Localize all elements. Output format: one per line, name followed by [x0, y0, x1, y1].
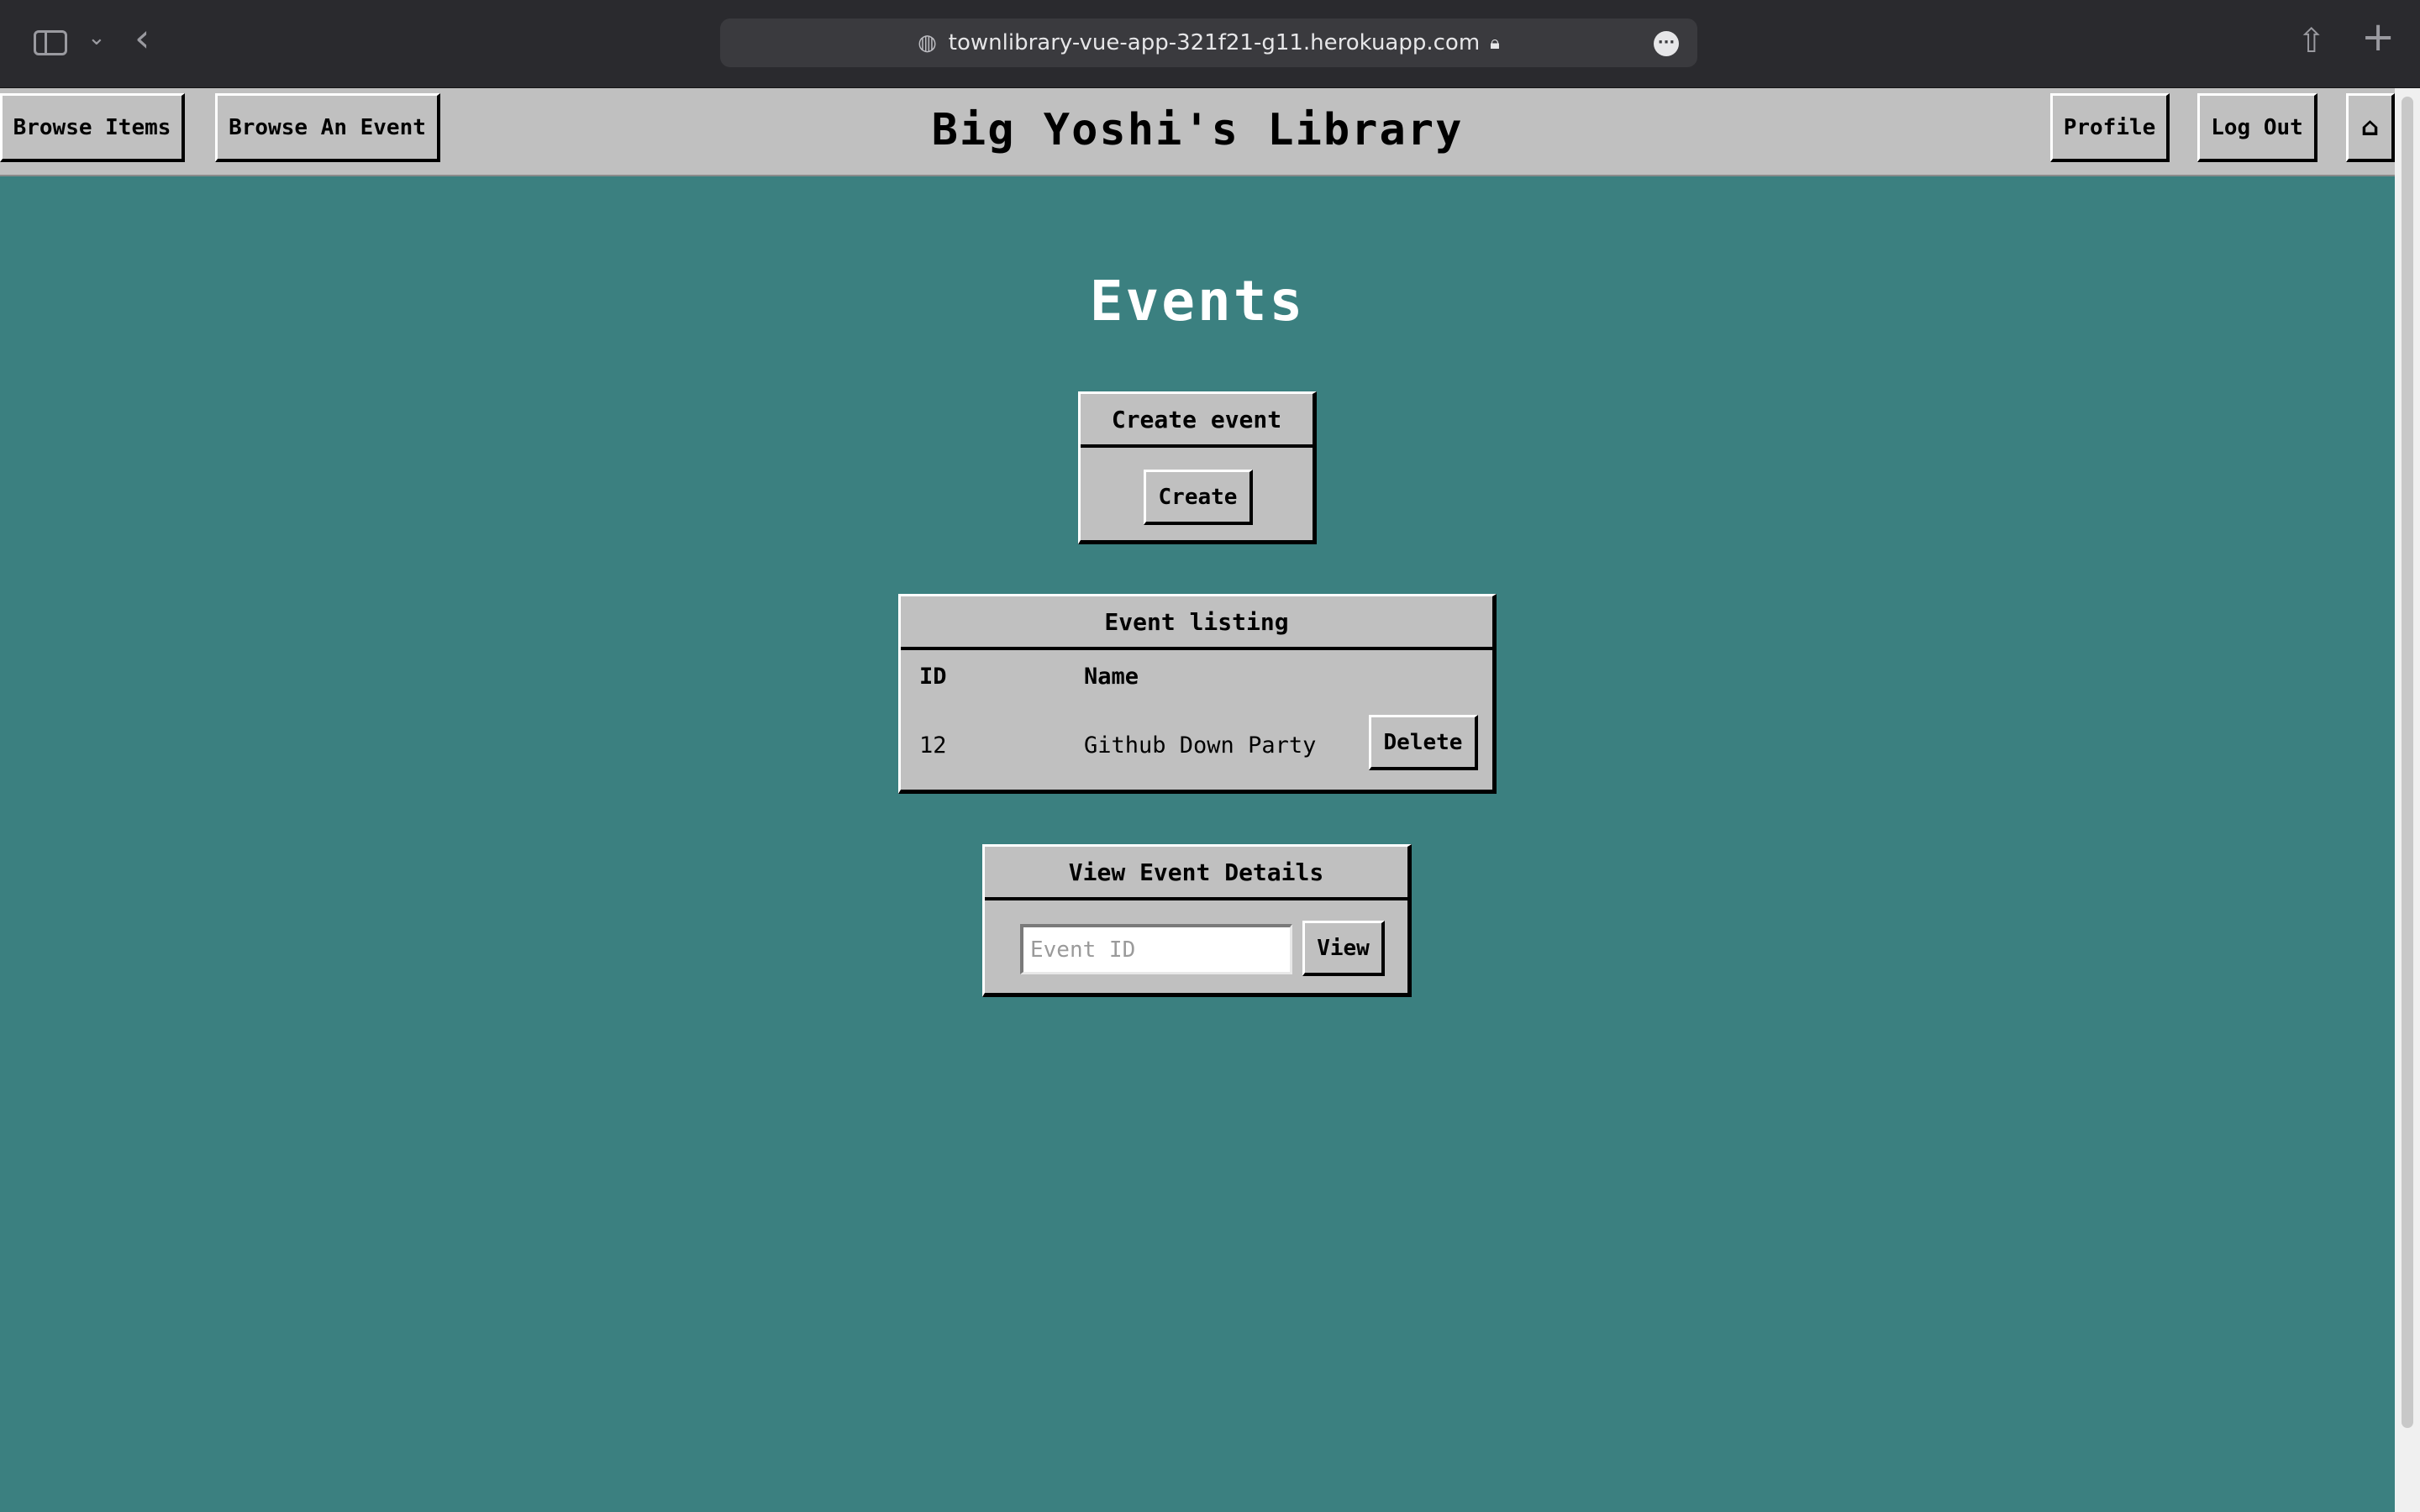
home-icon: ⌂	[2360, 113, 2380, 142]
page-title: Events	[1089, 269, 1306, 333]
create-event-header: Create event	[1081, 394, 1313, 448]
share-icon[interactable]: ⇧	[2297, 22, 2326, 60]
event-listing-panel: Event listing ID Name 12 Github Down Par…	[898, 594, 1497, 794]
scrollbar-thumb[interactable]	[2402, 97, 2413, 1428]
event-name-cell: Github Down Party	[1084, 732, 1317, 759]
sidebar-toggle-icon[interactable]	[34, 30, 67, 55]
logout-button[interactable]: Log Out	[2197, 93, 2317, 162]
page-scrollbar[interactable]	[2395, 88, 2420, 1512]
lock-icon: 🔒︎	[1490, 32, 1500, 54]
new-tab-icon[interactable]: +	[2361, 17, 2395, 57]
column-header-id: ID	[919, 664, 947, 690]
app-navbar: Browse Items Browse An Event Big Yoshi's…	[0, 88, 2395, 176]
back-arrow-icon[interactable]: ‹	[134, 18, 150, 57]
event-id-input[interactable]	[1020, 924, 1292, 974]
url-text: townlibrary-vue-app-321f21-g11.herokuapp…	[948, 30, 1481, 55]
create-event-panel: Create event Create	[1078, 391, 1317, 544]
event-listing-header: Event listing	[901, 596, 1492, 650]
browser-toolbar: ⌄ ‹ ◍ townlibrary-vue-app-321f21-g11.her…	[0, 0, 2420, 88]
chevron-down-icon[interactable]: ⌄	[87, 25, 106, 50]
event-id-cell: 12	[919, 732, 947, 759]
home-button[interactable]: ⌂	[2346, 93, 2395, 162]
globe-icon: ◍	[918, 30, 937, 55]
column-header-name: Name	[1084, 664, 1139, 690]
app-title: Big Yoshi's Library	[931, 105, 1464, 155]
address-bar[interactable]: ◍ townlibrary-vue-app-321f21-g11.herokua…	[720, 18, 1697, 67]
view-event-panel: View Event Details View	[982, 844, 1412, 997]
more-options-icon[interactable]: ···	[1654, 31, 1679, 56]
profile-button[interactable]: Profile	[2050, 93, 2170, 162]
delete-button[interactable]: Delete	[1369, 715, 1478, 770]
view-event-header: View Event Details	[985, 847, 1407, 900]
create-button[interactable]: Create	[1144, 470, 1253, 525]
view-button[interactable]: View	[1302, 921, 1385, 976]
